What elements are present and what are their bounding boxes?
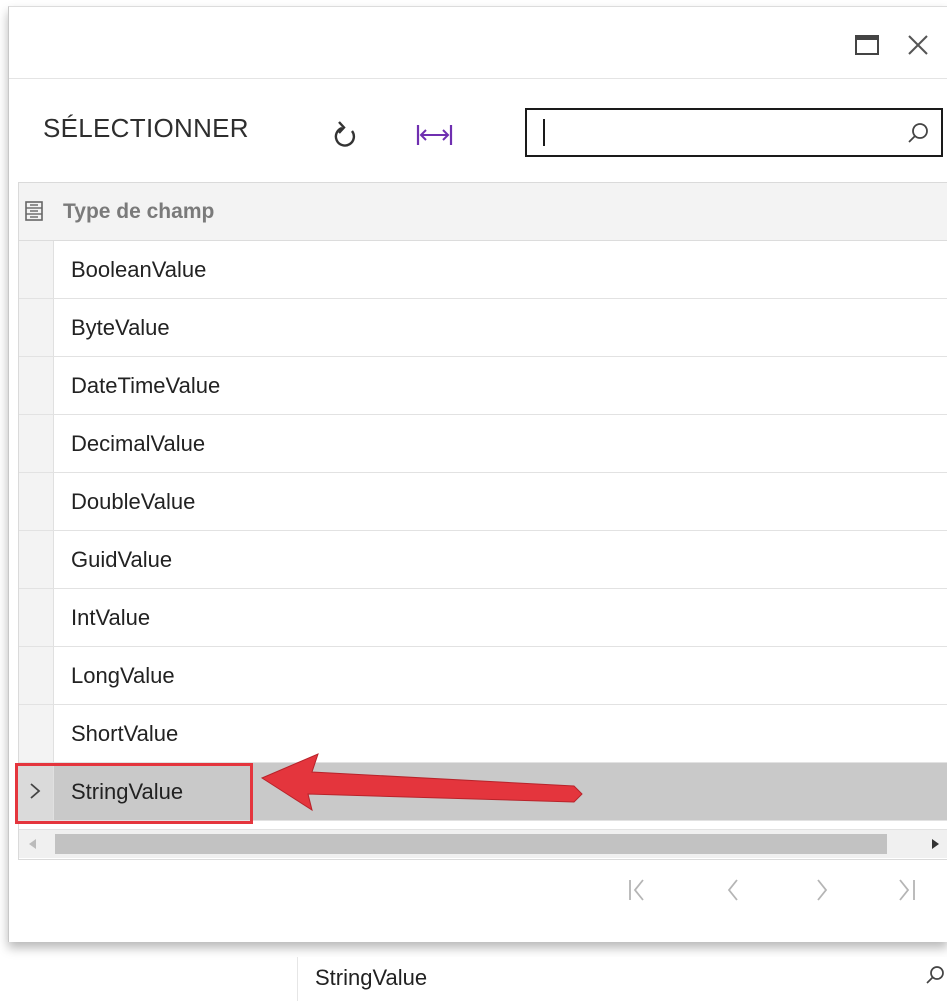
pager: [9, 862, 947, 922]
scroll-right-icon[interactable]: [931, 838, 941, 850]
fit-columns-icon[interactable]: [416, 124, 454, 146]
field-type-value: StringValue: [315, 965, 428, 990]
close-icon: [908, 35, 928, 55]
previous-page-icon[interactable]: [717, 874, 749, 906]
dialog-toolbar: SÉLECTIONNER: [9, 79, 947, 187]
cell-field-type: GuidValue: [71, 547, 173, 572]
table-row[interactable]: GuidValue: [19, 531, 947, 589]
row-selector[interactable]: [19, 473, 54, 530]
last-page-icon[interactable]: [891, 874, 923, 906]
row-selector[interactable]: [19, 241, 54, 298]
cell-field-type: DateTimeValue: [71, 373, 221, 398]
table-row[interactable]: DoubleValue: [19, 473, 947, 531]
row-selector[interactable]: [19, 531, 54, 588]
cell-field-type: LongValue: [71, 663, 175, 688]
text-caret: [543, 119, 545, 146]
column-header-field-type[interactable]: Type de champ: [63, 200, 214, 224]
selector-dialog: SÉLECTIONNER Type de champ BooleanValue …: [8, 6, 947, 942]
scrollbar-thumb[interactable]: [55, 834, 887, 854]
chevron-right-icon: [30, 783, 41, 799]
row-selector[interactable]: [19, 357, 54, 414]
row-selector[interactable]: [19, 415, 54, 472]
scroll-left-icon[interactable]: [27, 838, 37, 850]
horizontal-scrollbar[interactable]: [19, 829, 947, 858]
field-type-input[interactable]: StringValue: [297, 957, 947, 1001]
cell-field-type: BooleanValue: [71, 257, 207, 282]
row-selector[interactable]: [19, 705, 54, 762]
cell-field-type: DecimalValue: [71, 431, 206, 456]
cell-field-type: ByteValue: [71, 315, 170, 340]
row-selector[interactable]: [19, 299, 54, 356]
table-row[interactable]: ByteValue: [19, 299, 947, 357]
refresh-icon[interactable]: [331, 119, 359, 151]
column-config-icon[interactable]: [25, 201, 43, 221]
row-selector[interactable]: [19, 589, 54, 646]
row-selector[interactable]: [19, 647, 54, 704]
cell-field-type: StringValue: [71, 779, 184, 804]
row-selector[interactable]: [19, 763, 54, 820]
search-icon[interactable]: [907, 122, 929, 144]
results-grid: Type de champ BooleanValue ByteValue Dat…: [18, 182, 947, 860]
cell-field-type: DoubleValue: [71, 489, 196, 514]
search-input[interactable]: [537, 116, 881, 151]
dialog-titlebar: [9, 7, 947, 79]
table-row[interactable]: ShortValue: [19, 705, 947, 763]
cell-field-type: ShortValue: [71, 721, 179, 746]
maximize-button[interactable]: [854, 32, 880, 58]
search-icon[interactable]: [925, 965, 945, 985]
select-button[interactable]: SÉLECTIONNER: [43, 113, 249, 144]
grid-header: Type de champ: [19, 183, 947, 241]
cell-field-type: IntValue: [71, 605, 151, 630]
first-page-icon[interactable]: [621, 874, 653, 906]
table-row[interactable]: DecimalValue: [19, 415, 947, 473]
table-row[interactable]: BooleanValue: [19, 241, 947, 299]
table-row[interactable]: IntValue: [19, 589, 947, 647]
table-row-selected[interactable]: StringValue: [19, 763, 947, 821]
search-box[interactable]: [525, 108, 943, 157]
table-row[interactable]: DateTimeValue: [19, 357, 947, 415]
close-button[interactable]: [905, 32, 931, 58]
next-page-icon[interactable]: [806, 874, 838, 906]
table-row[interactable]: LongValue: [19, 647, 947, 705]
maximize-icon: [855, 35, 879, 55]
